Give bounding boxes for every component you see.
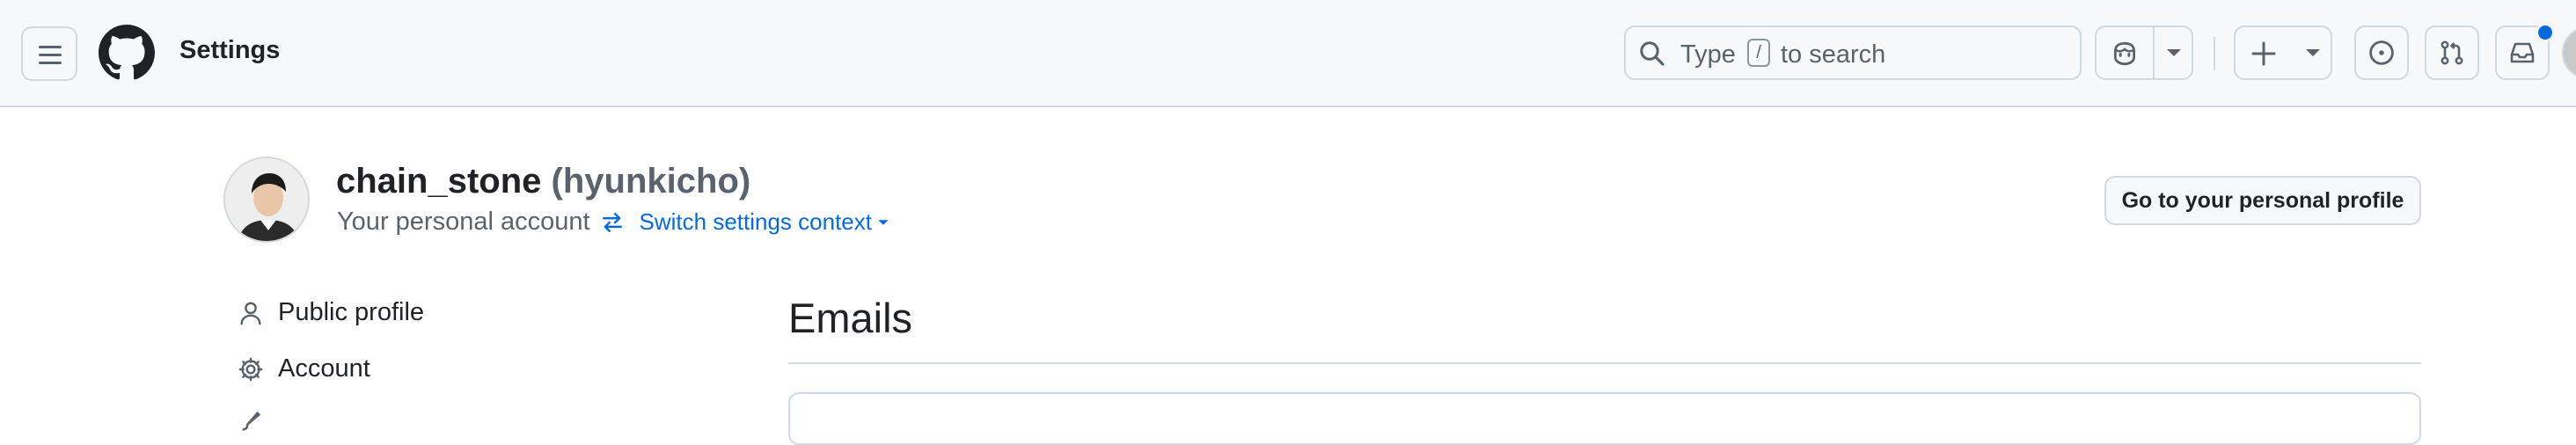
- emails-box: [788, 392, 2421, 445]
- paintbrush-icon: [242, 411, 261, 431]
- page-title: Settings: [179, 36, 281, 64]
- sidebar-item-next[interactable]: [238, 408, 278, 434]
- notification-indicator: [2536, 23, 2555, 42]
- chevron-down-icon: [2304, 47, 2322, 63]
- split-divider: [2153, 27, 2155, 78]
- switch-settings-context-link[interactable]: Switch settings context: [601, 208, 889, 236]
- account-name: chain_stone (hyunkicho): [336, 162, 750, 201]
- user-avatar[interactable]: [2562, 26, 2576, 79]
- chevron-down-icon[interactable]: [2165, 47, 2183, 63]
- header-divider: [2214, 37, 2215, 70]
- pull-requests-button[interactable]: [2425, 26, 2479, 80]
- person-icon: [240, 302, 261, 325]
- git-pull-request-icon: [2438, 39, 2466, 71]
- hamburger-icon-line: [39, 46, 62, 48]
- switch-context-label: Switch settings context: [639, 208, 872, 235]
- sidebar-item-label: Public profile: [278, 298, 425, 326]
- triangle-down-icon: [877, 218, 889, 227]
- account-context-row: Your personal account Switch settings co…: [337, 208, 889, 237]
- copilot-button[interactable]: [2095, 26, 2193, 80]
- issue-opened-icon: [2367, 39, 2396, 71]
- account-type-label: Your personal account: [337, 208, 590, 236]
- inbox-icon: [2508, 39, 2536, 71]
- copilot-icon: [2110, 39, 2140, 73]
- search-input[interactable]: Type / to search: [1624, 26, 2082, 80]
- go-to-profile-button[interactable]: Go to your personal profile: [2104, 176, 2421, 225]
- github-logo-icon[interactable]: [99, 25, 155, 81]
- gear-icon: [238, 357, 263, 381]
- sidebar-item-label: Account: [278, 354, 370, 383]
- issues-button[interactable]: [2354, 26, 2409, 80]
- heading-divider: [788, 362, 2421, 364]
- sidebar-item-account[interactable]: Account: [238, 354, 370, 383]
- search-shortcut-key: /: [1747, 39, 1770, 67]
- search-placeholder-suffix: to search: [1781, 40, 1886, 69]
- arrow-switch-icon: [601, 211, 624, 234]
- create-new-button[interactable]: [2234, 26, 2332, 80]
- hamburger-icon-line: [39, 62, 62, 64]
- section-heading: Emails: [788, 295, 913, 341]
- hamburger-icon-line: [39, 54, 62, 56]
- search-icon: [1638, 40, 1666, 75]
- account-login: (hyunkicho): [551, 162, 751, 201]
- display-name: chain_stone: [336, 162, 542, 201]
- sidebar-item-public-profile[interactable]: Public profile: [238, 298, 424, 327]
- search-placeholder-prefix: Type: [1680, 40, 1736, 69]
- top-header: Settings Type / to search: [0, 0, 2576, 107]
- plus-icon: [2250, 40, 2278, 72]
- profile-avatar: [223, 157, 310, 243]
- menu-button[interactable]: [21, 26, 77, 81]
